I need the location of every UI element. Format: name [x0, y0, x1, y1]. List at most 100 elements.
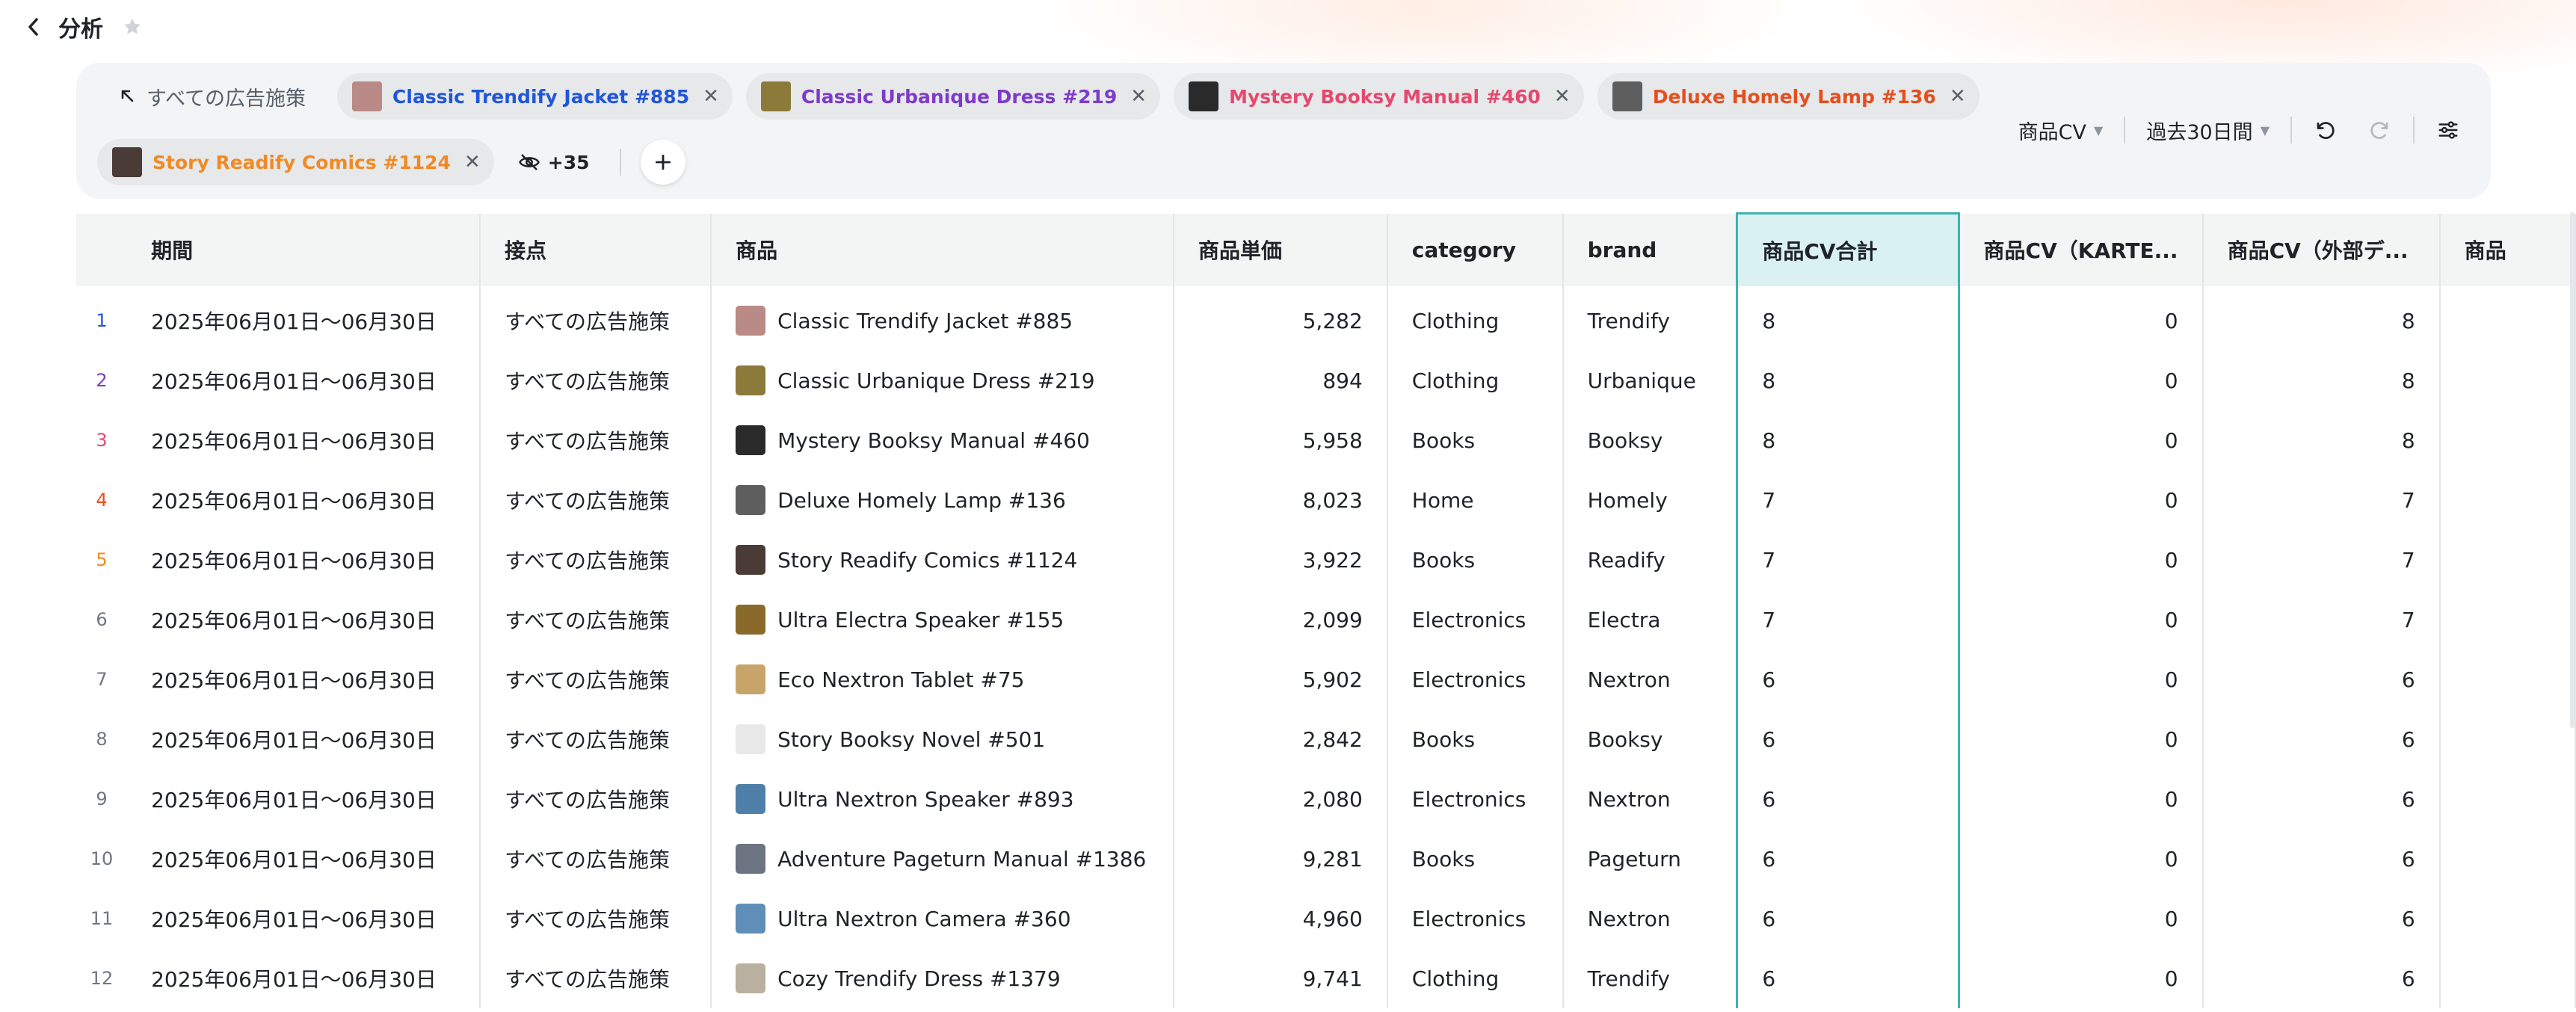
row-number: 6 — [96, 609, 108, 630]
divider — [619, 149, 621, 176]
close-icon[interactable]: ✕ — [464, 151, 481, 173]
table-row[interactable]: 1 2025年06月01日〜06月30日 すべての広告施策 Classic Trend… — [76, 286, 2576, 351]
favorite-button[interactable] — [120, 14, 145, 40]
undo-button[interactable] — [2305, 110, 2346, 150]
filter-chip-label: Deluxe Homely Lamp #136 — [1652, 85, 1936, 108]
filter-chip[interactable]: Story Readify Comics #1124 ✕ — [97, 139, 494, 185]
cell-cv-total: 6 — [1736, 709, 1960, 769]
table-row[interactable]: 2 2025年06月01日〜06月30日 すべての広告施策 Classic Urban… — [76, 351, 2576, 410]
redo-button[interactable] — [2359, 110, 2400, 150]
product-name: Classic Urbanique Dress #219 — [777, 368, 1095, 393]
table-row[interactable]: 7 2025年06月01日〜06月30日 すべての広告施策 Eco Nextron T… — [76, 650, 2576, 709]
product-thumbnail — [352, 81, 383, 111]
add-filter-button[interactable] — [640, 140, 685, 185]
close-icon[interactable]: ✕ — [1130, 85, 1147, 108]
column-header-cv-external[interactable]: 商品CV（外部デ... — [2202, 213, 2441, 286]
title-bar: 分析 — [21, 9, 145, 45]
cell-cv-karte: 0 — [1959, 650, 2204, 709]
column-header-cv-karte[interactable]: 商品CV（KARTE... — [1959, 213, 2204, 286]
table-row[interactable]: 10 2025年06月01日〜06月30日 すべての広告施策 Adventure Pa… — [76, 829, 2576, 889]
column-header-cv-total[interactable]: 商品CV合計 — [1736, 212, 1960, 286]
table-row[interactable]: 9 2025年06月01日〜06月30日 すべての広告施策 Ultra Nextron… — [76, 769, 2576, 829]
cell-price: 4,960 — [1173, 889, 1388, 948]
table-row[interactable]: 11 2025年06月01日〜06月30日 すべての広告施策 Ultra Nextro… — [76, 889, 2576, 948]
cell-product-extra — [2439, 590, 2576, 650]
product-name: Mystery Booksy Manual #460 — [777, 428, 1090, 453]
product-cell: Adventure Pageturn Manual #1386 — [736, 844, 1149, 874]
all-ads-filter[interactable]: すべての広告施策 — [99, 74, 324, 119]
cell-brand: Electra — [1562, 590, 1738, 650]
cell-price: 3,922 — [1173, 530, 1388, 590]
cell-cv-external: 8 — [2202, 351, 2441, 410]
filter-chip[interactable]: Classic Trendify Jacket #885 ✕ — [337, 73, 733, 120]
column-header-product[interactable]: 商品 — [711, 213, 1174, 286]
cell-brand: Booksy — [1562, 709, 1738, 769]
cell-product: Mystery Booksy Manual #460 — [711, 410, 1174, 470]
cell-category: Electronics — [1387, 889, 1564, 948]
data-table-container: 期間 接点 商品 商品単価 category brand 商品CV合計 商品CV（KARTE.… — [76, 212, 2576, 1012]
cell-cv-karte: 0 — [1959, 410, 2204, 470]
close-icon[interactable]: ✕ — [1554, 85, 1571, 108]
cell-product-extra — [2439, 351, 2576, 410]
table-row[interactable]: 6 2025年06月01日〜06月30日 すべての広告施策 Ultra Electra… — [76, 590, 2576, 650]
cell-brand: Trendify — [1562, 948, 1738, 1008]
filter-chip[interactable]: Deluxe Homely Lamp #136 ✕ — [1597, 73, 1979, 120]
cell-product-extra — [2439, 829, 2576, 889]
row-number-header — [76, 213, 128, 286]
product-name: Story Readify Comics #1124 — [777, 547, 1078, 573]
cell-touchpoint: すべての広告施策 — [480, 286, 712, 351]
column-header-price[interactable]: 商品単価 — [1173, 213, 1388, 286]
product-thumbnail — [1189, 81, 1219, 111]
period-dropdown[interactable]: 過去30日間 ▼ — [2139, 116, 2277, 145]
filter-chip-label: Mystery Booksy Manual #460 — [1229, 85, 1541, 108]
table-row[interactable]: 5 2025年06月01日〜06月30日 すべての広告施策 Story Readify… — [76, 530, 2576, 590]
vertical-scrollbar[interactable] — [2570, 212, 2575, 728]
table-row[interactable]: 3 2025年06月01日〜06月30日 すべての広告施策 Mystery Books… — [76, 410, 2576, 470]
column-header-product-extra[interactable]: 商品 — [2439, 213, 2576, 286]
product-cell: Story Readify Comics #1124 — [736, 545, 1149, 575]
cell-product: Story Readify Comics #1124 — [711, 530, 1174, 590]
product-thumbnail — [736, 844, 766, 874]
cell-cv-total: 8 — [1736, 286, 1960, 351]
product-thumbnail — [736, 425, 766, 455]
cell-touchpoint: すべての広告施策 — [480, 530, 712, 590]
filter-chip[interactable]: Mystery Booksy Manual #460 ✕ — [1174, 73, 1584, 120]
cell-touchpoint: すべての広告施策 — [480, 769, 712, 829]
cell-touchpoint: すべての広告施策 — [480, 889, 712, 948]
metric-dropdown[interactable]: 商品CV ▼ — [2011, 116, 2111, 145]
product-name: Eco Nextron Tablet #75 — [777, 667, 1025, 692]
table-row[interactable]: 12 2025年06月01日〜06月30日 すべての広告施策 Cozy Trendif… — [76, 948, 2576, 1008]
cell-product: Ultra Nextron Camera #360 — [711, 889, 1174, 948]
row-number: 5 — [96, 549, 108, 570]
data-table: 期間 接点 商品 商品単価 category brand 商品CV合計 商品CV（KARTE.… — [76, 212, 2576, 1008]
product-thumbnail — [736, 485, 766, 515]
product-cell: Eco Nextron Tablet #75 — [736, 664, 1149, 694]
cell-brand: Nextron — [1562, 889, 1738, 948]
cell-category: Electronics — [1387, 590, 1564, 650]
column-header-touchpoint[interactable]: 接点 — [480, 213, 712, 286]
filter-chip[interactable]: Classic Urbanique Dress #219 ✕ — [745, 73, 1161, 120]
close-icon[interactable]: ✕ — [1950, 85, 1966, 108]
cell-cv-external: 7 — [2202, 470, 2441, 530]
table-row[interactable]: 4 2025年06月01日〜06月30日 すべての広告施策 Deluxe Homely… — [76, 470, 2576, 530]
column-header-brand[interactable]: brand — [1562, 213, 1738, 286]
cell-cv-karte: 0 — [1959, 470, 2204, 530]
column-header-category[interactable]: category — [1387, 213, 1564, 286]
cell-price: 2,842 — [1173, 709, 1388, 769]
cell-cv-external: 7 — [2202, 530, 2441, 590]
settings-button[interactable] — [2428, 110, 2468, 150]
caret-down-icon: ▼ — [2260, 123, 2270, 138]
column-header-period[interactable]: 期間 — [127, 213, 481, 286]
table-row[interactable]: 8 2025年06月01日〜06月30日 すべての広告施策 Story Booksy … — [76, 709, 2576, 769]
cell-cv-external: 6 — [2202, 829, 2441, 889]
table-body: 1 2025年06月01日〜06月30日 すべての広告施策 Classic Trend… — [76, 286, 2576, 1008]
cell-cv-karte: 0 — [1959, 948, 2204, 1008]
cell-product-extra — [2439, 709, 2576, 769]
back-button[interactable] — [21, 12, 45, 42]
cell-cv-total: 8 — [1736, 351, 1960, 410]
cell-period: 2025年06月01日〜06月30日 — [127, 709, 481, 769]
hidden-filters-button[interactable]: +35 — [508, 140, 600, 185]
cell-product: Ultra Nextron Speaker #893 — [711, 769, 1174, 829]
close-icon[interactable]: ✕ — [703, 85, 719, 108]
product-cell: Mystery Booksy Manual #460 — [736, 425, 1149, 455]
